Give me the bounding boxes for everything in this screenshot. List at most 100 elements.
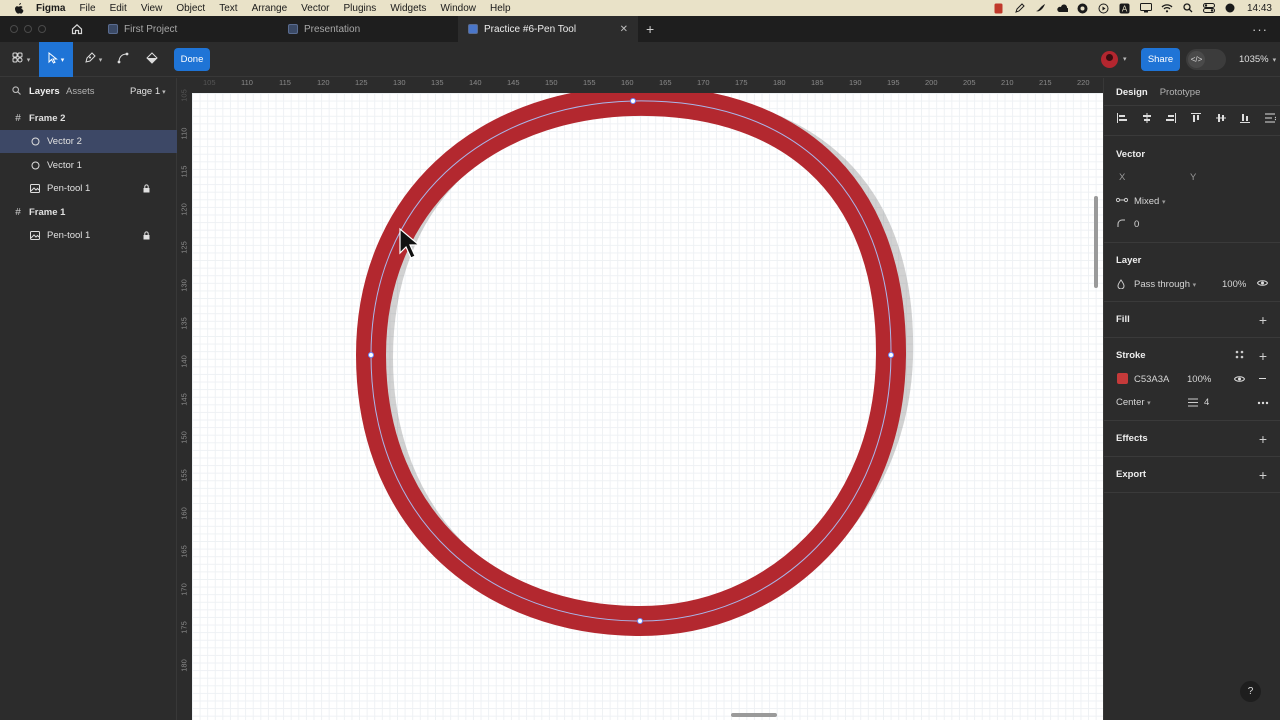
align-vertical-center-icon[interactable]: [1215, 112, 1227, 124]
layer-vector-2[interactable]: Vector 2: [0, 130, 177, 153]
align-bottom-icon[interactable]: [1239, 112, 1251, 124]
control-center-icon[interactable]: [1202, 3, 1215, 13]
anchor-point[interactable]: [630, 98, 636, 104]
blend-mode-dropdown[interactable]: Pass through ▾: [1134, 279, 1196, 290]
stroke-weight-field[interactable]: 4: [1204, 397, 1209, 408]
horizontal-scrollbar[interactable]: [731, 713, 777, 717]
stroke-opacity-field[interactable]: 100%: [1187, 374, 1211, 385]
window-close-button[interactable]: [10, 25, 18, 33]
lock-icon[interactable]: [143, 184, 150, 193]
search-icon[interactable]: [1182, 3, 1194, 13]
add-effect-icon[interactable]: +: [1257, 432, 1269, 446]
stroke-position-dropdown[interactable]: Center ▾: [1116, 397, 1151, 408]
ruler-tick: 120: [179, 203, 189, 216]
move-tool-button[interactable]: ▾: [39, 42, 73, 77]
add-fill-icon[interactable]: +: [1257, 313, 1269, 327]
y-field-label[interactable]: Y: [1190, 172, 1196, 183]
tab-prototype[interactable]: Prototype: [1160, 87, 1201, 98]
menu-text[interactable]: Text: [219, 3, 237, 14]
anchor-point[interactable]: [368, 352, 374, 358]
layer-pen-tool-1[interactable]: Pen-tool 1: [0, 177, 177, 200]
share-button[interactable]: Share: [1141, 48, 1180, 71]
align-horizontal-center-icon[interactable]: [1141, 112, 1153, 124]
brush-icon[interactable]: [1035, 3, 1047, 13]
input-source-icon[interactable]: A: [1119, 3, 1131, 13]
window-minimize-button[interactable]: [24, 25, 32, 33]
lock-icon[interactable]: [143, 231, 150, 240]
tab-assets[interactable]: Assets: [66, 86, 95, 97]
menu-bar-clock[interactable]: 14:43: [1247, 3, 1272, 14]
vector-2-stroke[interactable]: [355, 93, 907, 637]
corner-radius-field[interactable]: 0: [1134, 219, 1139, 230]
wifi-icon[interactable]: [1161, 3, 1173, 13]
home-icon[interactable]: [64, 16, 90, 42]
layer-opacity-field[interactable]: 100%: [1222, 279, 1246, 290]
chevron-down-icon[interactable]: ▾: [1123, 55, 1127, 63]
play-icon[interactable]: [1098, 3, 1110, 13]
zoom-dropdown[interactable]: 1035% ▾: [1239, 42, 1276, 77]
distribute-icon[interactable]: [1264, 112, 1276, 124]
menu-vector[interactable]: Vector: [301, 3, 329, 14]
layer-frame-1[interactable]: # Frame 1: [0, 201, 177, 224]
layer-vector-1[interactable]: Vector 1: [0, 154, 177, 177]
display-icon[interactable]: [1139, 3, 1152, 13]
recording-icon[interactable]: [993, 3, 1005, 13]
main-menu-button[interactable]: ▾: [4, 42, 38, 77]
eye-icon[interactable]: [1256, 279, 1269, 290]
menu-view[interactable]: View: [141, 3, 163, 14]
tab-presentation[interactable]: Presentation: [278, 16, 458, 42]
tab-first-project[interactable]: First Project: [98, 16, 278, 42]
more-icon[interactable]: ···: [1252, 16, 1268, 42]
add-stroke-icon[interactable]: +: [1257, 349, 1269, 363]
avatar[interactable]: [1101, 51, 1118, 68]
remove-stroke-icon[interactable]: [1258, 374, 1267, 386]
bend-tool-button[interactable]: [112, 42, 134, 77]
menu-window[interactable]: Window: [440, 3, 476, 14]
anchor-point[interactable]: [888, 352, 894, 358]
anchor-point[interactable]: [637, 618, 643, 624]
align-right-icon[interactable]: [1165, 112, 1177, 124]
window-zoom-button[interactable]: [38, 25, 46, 33]
user-switch-icon[interactable]: [1224, 3, 1236, 13]
search-icon[interactable]: [12, 86, 21, 98]
done-button[interactable]: Done: [174, 48, 210, 71]
menu-arrange[interactable]: Arrange: [252, 3, 288, 14]
design-canvas[interactable]: [192, 93, 1103, 720]
dimension-mixed-dropdown[interactable]: Mixed ▾: [1134, 196, 1166, 207]
tab-layers[interactable]: Layers: [29, 86, 60, 97]
more-icon[interactable]: [1257, 397, 1269, 408]
add-export-icon[interactable]: +: [1257, 468, 1269, 482]
layer-pen-tool-1-frame-1[interactable]: Pen-tool 1: [0, 224, 177, 247]
menu-file[interactable]: File: [79, 3, 95, 14]
tab-design[interactable]: Design: [1116, 87, 1148, 98]
help-button[interactable]: ?: [1240, 681, 1261, 702]
ruler-tick: 190: [849, 78, 862, 87]
paint-bucket-button[interactable]: [141, 42, 163, 77]
align-top-icon[interactable]: [1190, 112, 1202, 124]
shortcut-icon[interactable]: [1077, 3, 1089, 13]
eye-icon[interactable]: [1233, 375, 1246, 386]
vertical-scrollbar[interactable]: [1094, 196, 1098, 288]
style-grid-icon[interactable]: [1235, 350, 1244, 362]
layer-frame-2[interactable]: # Frame 2: [0, 107, 177, 130]
align-left-icon[interactable]: [1116, 112, 1128, 124]
stroke-hex-field[interactable]: C53A3A: [1134, 374, 1169, 385]
menu-edit[interactable]: Edit: [110, 3, 127, 14]
menu-object[interactable]: Object: [176, 3, 205, 14]
close-icon[interactable]: ✕: [620, 24, 628, 35]
divider: [1104, 337, 1280, 338]
x-field-label[interactable]: X: [1119, 172, 1125, 183]
page-selector[interactable]: Page 1 ▾: [130, 86, 166, 97]
menu-widgets[interactable]: Widgets: [390, 3, 426, 14]
apple-icon[interactable]: [12, 1, 26, 15]
stroke-color-swatch[interactable]: [1117, 373, 1128, 384]
edit-icon[interactable]: [1014, 3, 1026, 13]
cloud-icon[interactable]: [1056, 3, 1068, 13]
pen-tool-button[interactable]: ▾: [78, 42, 108, 77]
new-tab-icon[interactable]: +: [646, 21, 654, 37]
menu-app-name[interactable]: Figma: [36, 3, 65, 14]
tab-practice-pen-tool[interactable]: Practice #6-Pen Tool ✕: [458, 16, 638, 42]
dev-mode-toggle[interactable]: </>: [1186, 49, 1226, 70]
menu-help[interactable]: Help: [490, 3, 511, 14]
menu-plugins[interactable]: Plugins: [344, 3, 377, 14]
